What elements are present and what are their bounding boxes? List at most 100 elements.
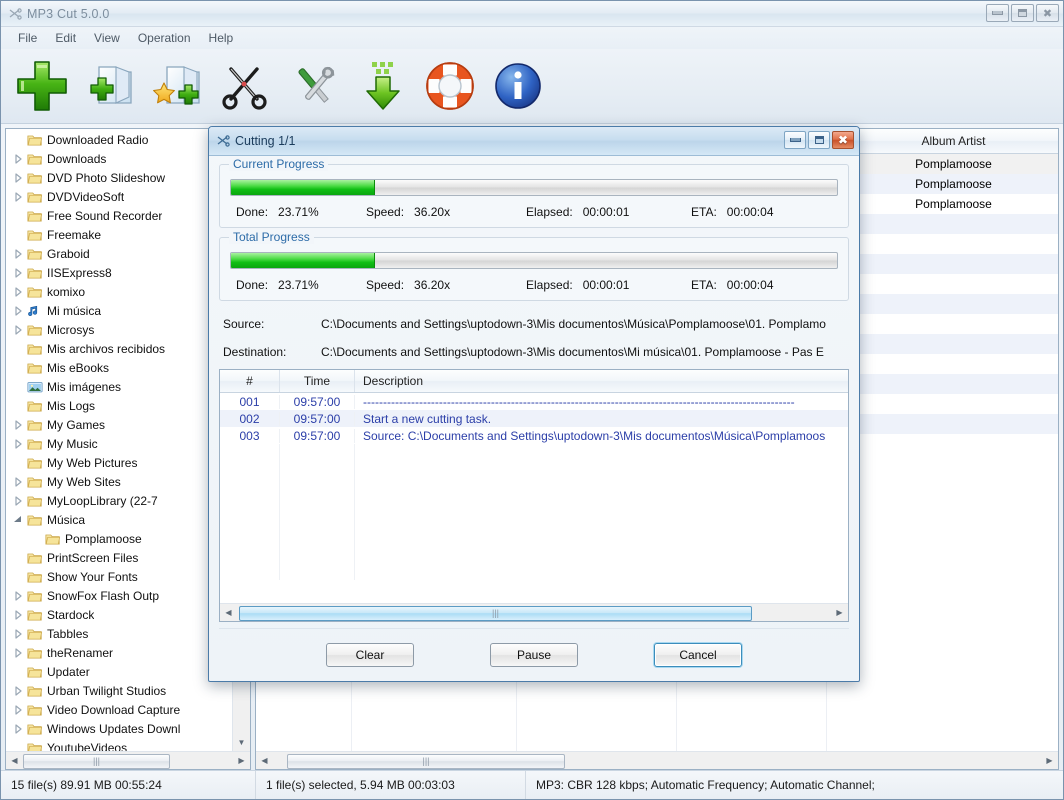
tree-item[interactable]: YoutubeVideos	[6, 738, 232, 751]
expand-chevron-icon[interactable]	[10, 306, 26, 316]
log-hscroll-thumb[interactable]: |||	[239, 606, 752, 621]
tree-item[interactable]: Downloads	[6, 149, 232, 168]
dialog-minimize-button[interactable]	[784, 131, 806, 149]
log-hscroll-track[interactable]: |||	[237, 605, 831, 620]
scroll-down-arrow[interactable]: ▼	[233, 734, 250, 751]
tree-item[interactable]: Downloaded Radio	[6, 130, 232, 149]
minimize-button[interactable]	[986, 4, 1009, 22]
tree-item[interactable]: Pomplamoose	[6, 529, 232, 548]
tree-item[interactable]: Updater	[6, 662, 232, 681]
tree-item[interactable]: PrintScreen Files	[6, 548, 232, 567]
tree-item[interactable]: DVDVideoSoft	[6, 187, 232, 206]
tree-item[interactable]: Mis archivos recibidos	[6, 339, 232, 358]
column-header-album-artist[interactable]: Album Artist	[849, 129, 1058, 153]
collapse-chevron-icon[interactable]	[10, 515, 26, 524]
add-favorite-folder-button[interactable]	[147, 55, 209, 117]
menu-operation[interactable]: Operation	[129, 28, 200, 48]
tree-item[interactable]: Música	[6, 510, 232, 529]
tree-item[interactable]: Mis imágenes	[6, 377, 232, 396]
help-support-button[interactable]	[419, 55, 481, 117]
expand-chevron-icon[interactable]	[10, 439, 26, 449]
tree-horizontal-scrollbar[interactable]: ◀ ||| ▶	[6, 751, 250, 769]
tree-item[interactable]: DVD Photo Slideshow	[6, 168, 232, 187]
tree-item[interactable]: SnowFox Flash Outp	[6, 586, 232, 605]
expand-chevron-icon[interactable]	[10, 724, 26, 734]
tree-item[interactable]: Microsys	[6, 320, 232, 339]
tree-item[interactable]: komixo	[6, 282, 232, 301]
log-body[interactable]: 00109:57:00-----------------------------…	[220, 393, 848, 603]
tree-item[interactable]: Stardock	[6, 605, 232, 624]
log-row[interactable]: 00309:57:00Source: C:\Documents and Sett…	[220, 427, 848, 444]
scroll-right-arrow[interactable]: ▶	[233, 752, 250, 769]
tree-hscroll-thumb[interactable]: |||	[23, 754, 170, 769]
tree-item[interactable]: MyLoopLibrary (22-7	[6, 491, 232, 510]
dialog-maximize-button[interactable]	[808, 131, 830, 149]
tree-item[interactable]: My Web Pictures	[6, 453, 232, 472]
dialog-close-button[interactable]: ✖	[832, 131, 854, 149]
menu-view[interactable]: View	[85, 28, 129, 48]
scroll-right-arrow[interactable]: ▶	[1041, 752, 1058, 769]
scroll-right-arrow[interactable]: ▶	[831, 604, 848, 621]
tree-item[interactable]: Graboid	[6, 244, 232, 263]
tree-item[interactable]: Mi música	[6, 301, 232, 320]
log-column-time[interactable]: Time	[280, 370, 355, 392]
expand-chevron-icon[interactable]	[10, 154, 26, 164]
menu-file[interactable]: File	[9, 28, 46, 48]
scroll-left-arrow[interactable]: ◀	[220, 604, 237, 621]
tree-item[interactable]: IISExpress8	[6, 263, 232, 282]
file-list-hscroll-track[interactable]: |||	[273, 753, 1041, 768]
tree-item[interactable]: Windows Updates Downl	[6, 719, 232, 738]
add-files-button[interactable]	[11, 55, 73, 117]
log-row[interactable]: 00209:57:00Start a new cutting task.	[220, 410, 848, 427]
tree-item[interactable]: Mis eBooks	[6, 358, 232, 377]
expand-chevron-icon[interactable]	[10, 629, 26, 639]
expand-chevron-icon[interactable]	[10, 496, 26, 506]
expand-chevron-icon[interactable]	[10, 705, 26, 715]
cut-button[interactable]	[215, 55, 277, 117]
file-list-hscroll-thumb[interactable]: |||	[287, 754, 565, 769]
log-row[interactable]: 00109:57:00-----------------------------…	[220, 393, 848, 410]
expand-chevron-icon[interactable]	[10, 249, 26, 259]
tree-item[interactable]: Show Your Fonts	[6, 567, 232, 586]
expand-chevron-icon[interactable]	[10, 287, 26, 297]
clear-button[interactable]: Clear	[326, 643, 414, 667]
log-column-description[interactable]: Description	[355, 370, 848, 392]
scroll-left-arrow[interactable]: ◀	[256, 752, 273, 769]
menu-help[interactable]: Help	[200, 28, 243, 48]
tree-item[interactable]: My Games	[6, 415, 232, 434]
maximize-button[interactable]	[1011, 4, 1034, 22]
download-button[interactable]	[351, 55, 413, 117]
expand-chevron-icon[interactable]	[10, 173, 26, 183]
tree-hscroll-track[interactable]: |||	[23, 753, 233, 768]
close-button[interactable]: ✖	[1036, 4, 1059, 22]
expand-chevron-icon[interactable]	[10, 686, 26, 696]
folder-tree[interactable]: Downloaded RadioDownloadsDVD Photo Slide…	[6, 129, 232, 751]
scroll-left-arrow[interactable]: ◀	[6, 752, 23, 769]
tree-item[interactable]: My Music	[6, 434, 232, 453]
expand-chevron-icon[interactable]	[10, 325, 26, 335]
expand-chevron-icon[interactable]	[10, 420, 26, 430]
add-folder-button[interactable]	[79, 55, 141, 117]
log-list[interactable]: # Time Description 00109:57:00----------…	[219, 369, 849, 622]
tree-item[interactable]: Urban Twilight Studios	[6, 681, 232, 700]
tree-item[interactable]: Mis Logs	[6, 396, 232, 415]
log-horizontal-scrollbar[interactable]: ◀ ||| ▶	[220, 603, 848, 621]
expand-chevron-icon[interactable]	[10, 192, 26, 202]
expand-chevron-icon[interactable]	[10, 477, 26, 487]
expand-chevron-icon[interactable]	[10, 591, 26, 601]
tree-item[interactable]: theRenamer	[6, 643, 232, 662]
pause-button[interactable]: Pause	[490, 643, 578, 667]
expand-chevron-icon[interactable]	[10, 648, 26, 658]
tree-item[interactable]: Freemake	[6, 225, 232, 244]
tree-item[interactable]: Free Sound Recorder	[6, 206, 232, 225]
menu-edit[interactable]: Edit	[46, 28, 85, 48]
tree-item[interactable]: My Web Sites	[6, 472, 232, 491]
tree-item[interactable]: Tabbles	[6, 624, 232, 643]
log-column-number[interactable]: #	[220, 370, 280, 392]
file-list-horizontal-scrollbar[interactable]: ◀ ||| ▶	[256, 751, 1058, 769]
expand-chevron-icon[interactable]	[10, 610, 26, 620]
about-button[interactable]	[487, 55, 549, 117]
settings-button[interactable]	[283, 55, 345, 117]
cancel-button[interactable]: Cancel	[654, 643, 742, 667]
expand-chevron-icon[interactable]	[10, 268, 26, 278]
